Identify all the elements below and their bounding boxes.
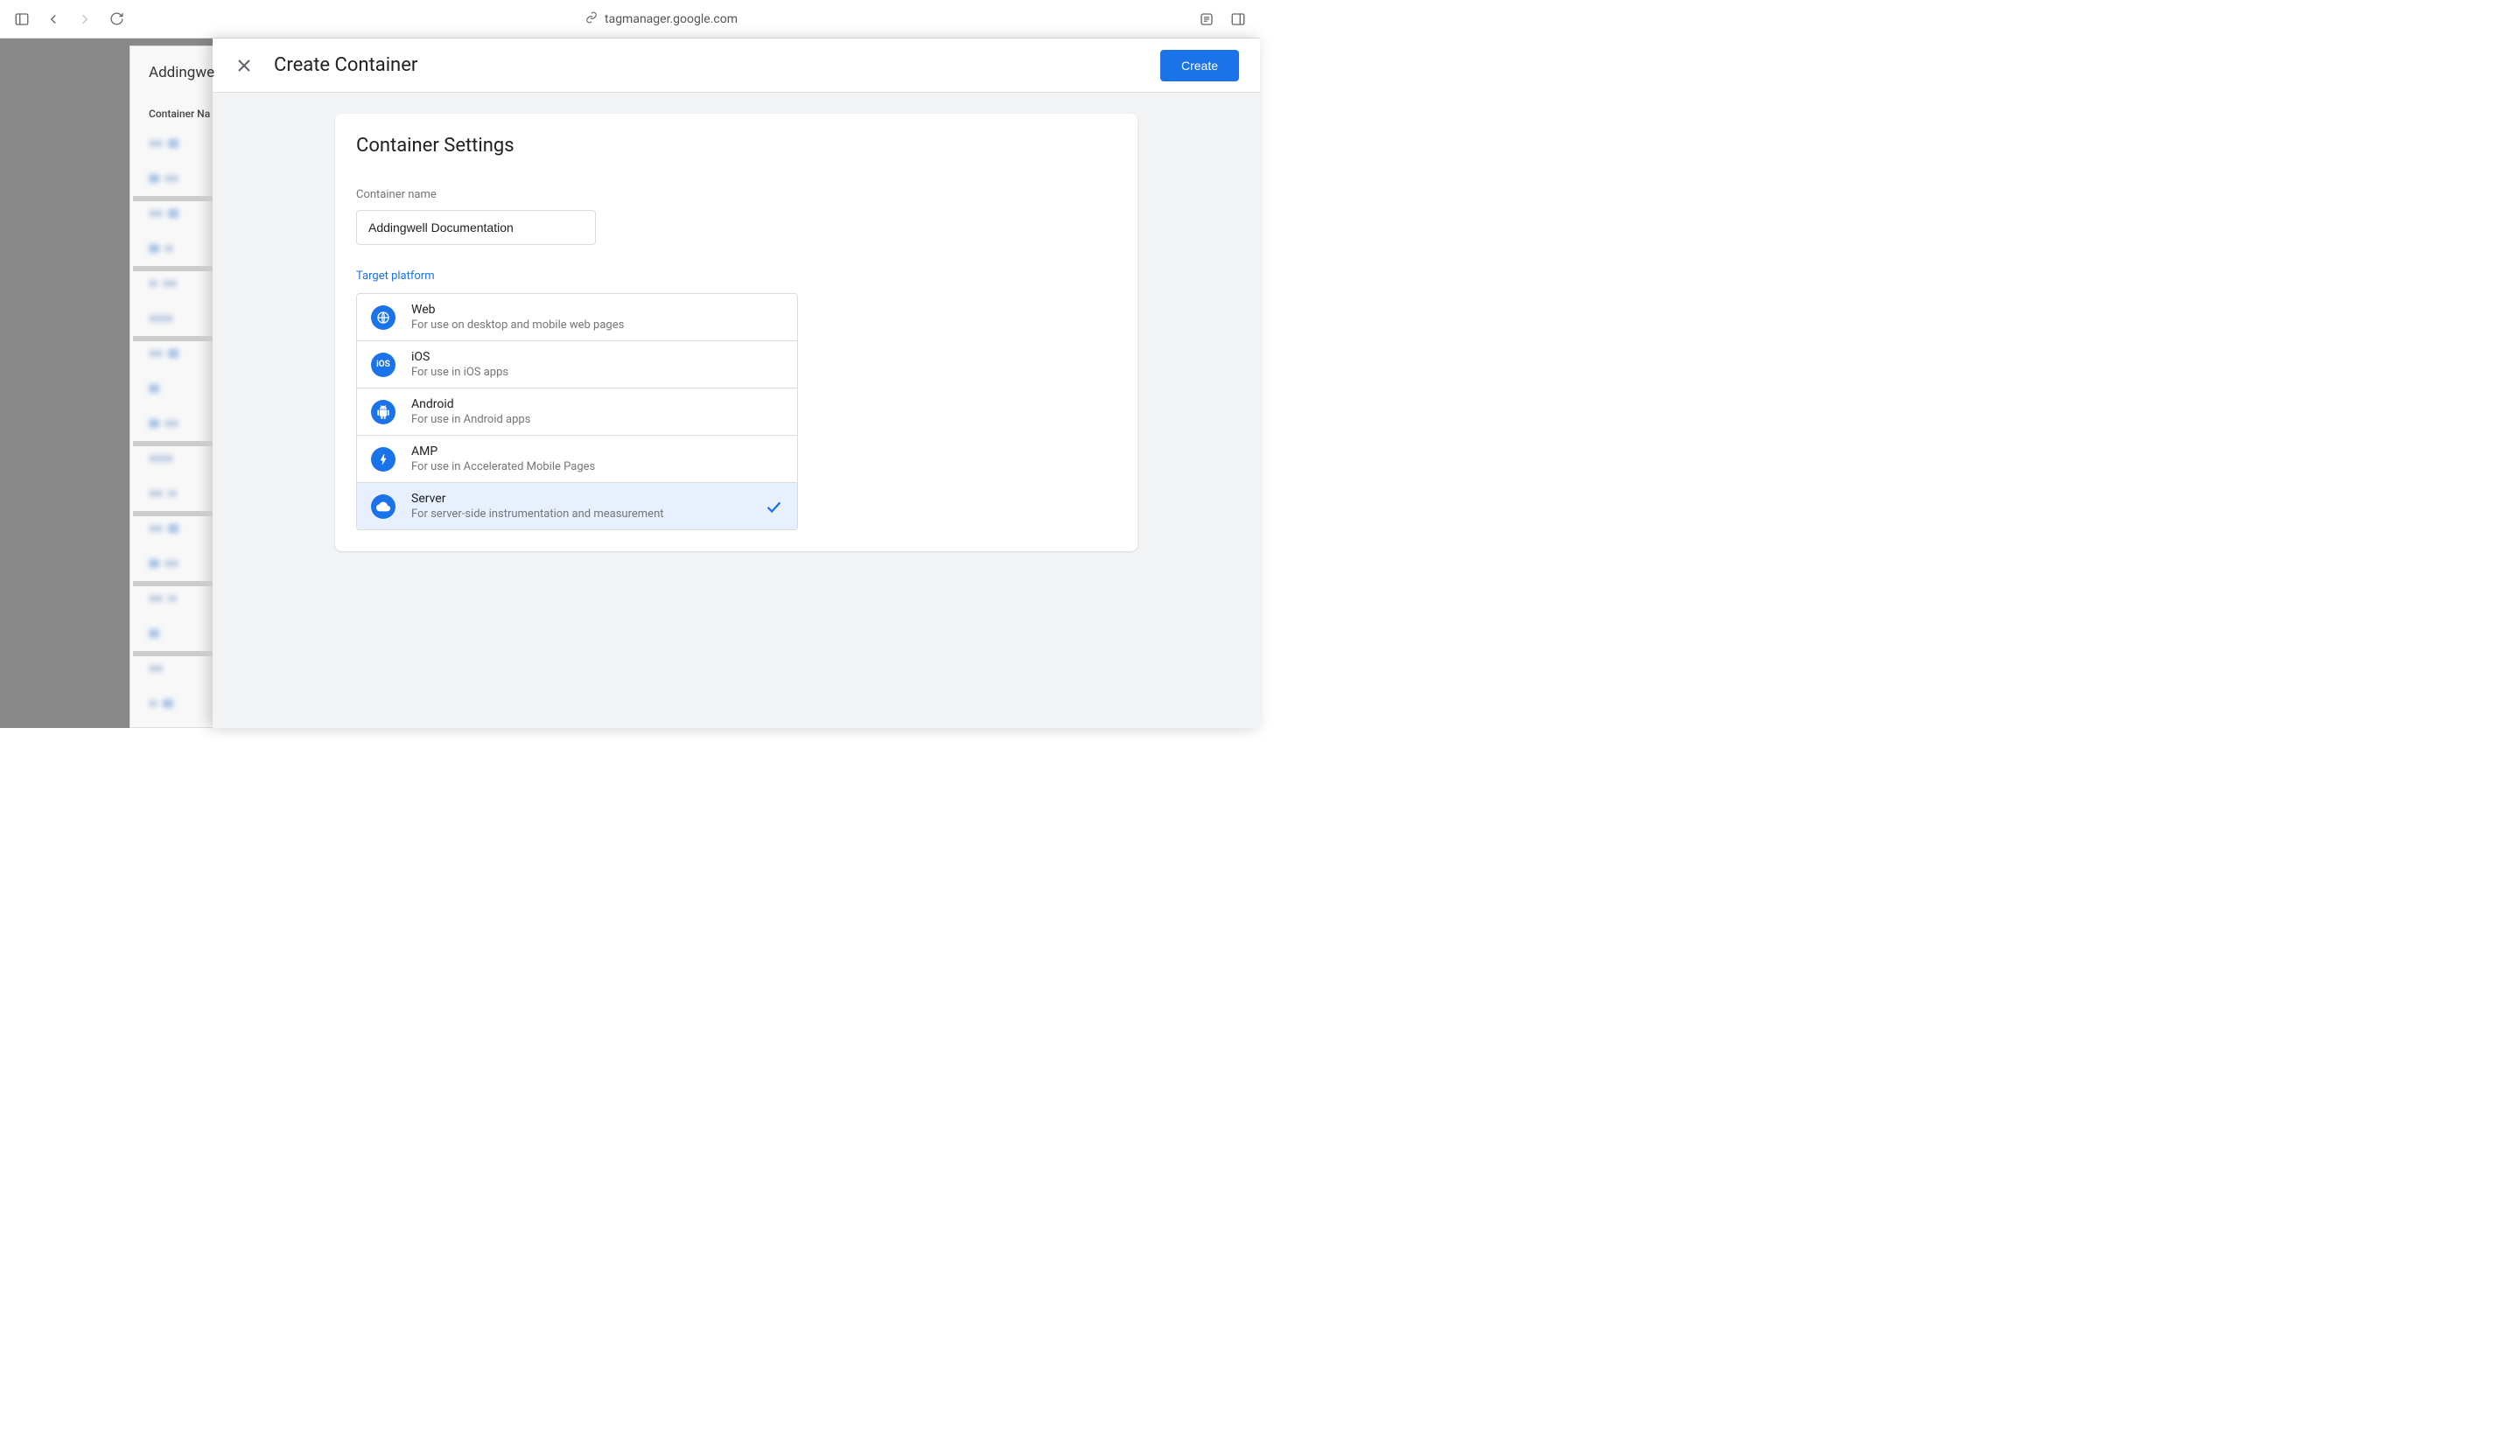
web-icon [371, 305, 396, 330]
target-platform-label: Target platform [356, 270, 1116, 283]
platform-desc: For use on desktop and mobile web pages [411, 318, 783, 332]
server-icon [371, 494, 396, 519]
ios-icon: iOS [371, 353, 396, 377]
column-header: Container Na [149, 108, 210, 120]
sidebar-toggle-icon[interactable] [14, 11, 30, 27]
platform-name: Web [411, 303, 783, 317]
account-name: Addingwe [149, 64, 214, 81]
content-area: Addingwe Container Na Create Container C… [0, 38, 1260, 728]
browser-right-controls [1199, 11, 1246, 27]
address-bar[interactable]: tagmanager.google.com [124, 11, 1199, 27]
panel-header: Create Container Create [213, 38, 1260, 93]
browser-nav-controls [14, 11, 124, 27]
create-container-panel: Create Container Create Container Settin… [213, 38, 1260, 728]
platform-info: Android For use in Android apps [411, 397, 783, 426]
platform-name: AMP [411, 444, 783, 458]
platform-option-android[interactable]: Android For use in Android apps [357, 388, 797, 436]
container-settings-card: Container Settings Container name Target… [335, 114, 1138, 551]
panel-toggle-icon[interactable] [1230, 11, 1246, 27]
platform-option-ios[interactable]: iOS iOS For use in iOS apps [357, 341, 797, 388]
container-name-label: Container name [356, 188, 1116, 201]
platform-desc: For use in Accelerated Mobile Pages [411, 460, 783, 473]
back-button-icon[interactable] [46, 11, 61, 27]
platform-desc: For use in Android apps [411, 413, 783, 426]
create-button[interactable]: Create [1160, 50, 1239, 81]
platform-option-amp[interactable]: AMP For use in Accelerated Mobile Pages [357, 436, 797, 483]
platform-option-web[interactable]: Web For use on desktop and mobile web pa… [357, 294, 797, 341]
container-name-input[interactable] [356, 210, 596, 245]
platform-info: Web For use on desktop and mobile web pa… [411, 303, 783, 332]
browser-toolbar: tagmanager.google.com [0, 0, 1260, 38]
platform-name: Server [411, 492, 764, 506]
amp-icon [371, 447, 396, 472]
card-title: Container Settings [356, 135, 1116, 157]
platform-name: Android [411, 397, 783, 411]
close-button[interactable] [234, 55, 255, 76]
check-icon [764, 497, 783, 516]
link-icon [585, 11, 598, 27]
forward-button-icon [77, 11, 93, 27]
platform-option-server[interactable]: Server For server-side instrumentation a… [357, 483, 797, 529]
platform-info: AMP For use in Accelerated Mobile Pages [411, 444, 783, 473]
platform-desc: For use in iOS apps [411, 366, 783, 379]
platform-info: Server For server-side instrumentation a… [411, 492, 764, 521]
url-text: tagmanager.google.com [605, 12, 738, 26]
platform-list: Web For use on desktop and mobile web pa… [356, 293, 798, 530]
platform-desc: For server-side instrumentation and meas… [411, 508, 764, 521]
reload-button-icon[interactable] [108, 11, 124, 27]
platform-info: iOS For use in iOS apps [411, 350, 783, 379]
blurred-container-list [130, 126, 213, 721]
panel-title: Create Container [274, 54, 1160, 76]
android-icon [371, 400, 396, 424]
reader-icon[interactable] [1199, 11, 1214, 27]
platform-name: iOS [411, 350, 783, 364]
